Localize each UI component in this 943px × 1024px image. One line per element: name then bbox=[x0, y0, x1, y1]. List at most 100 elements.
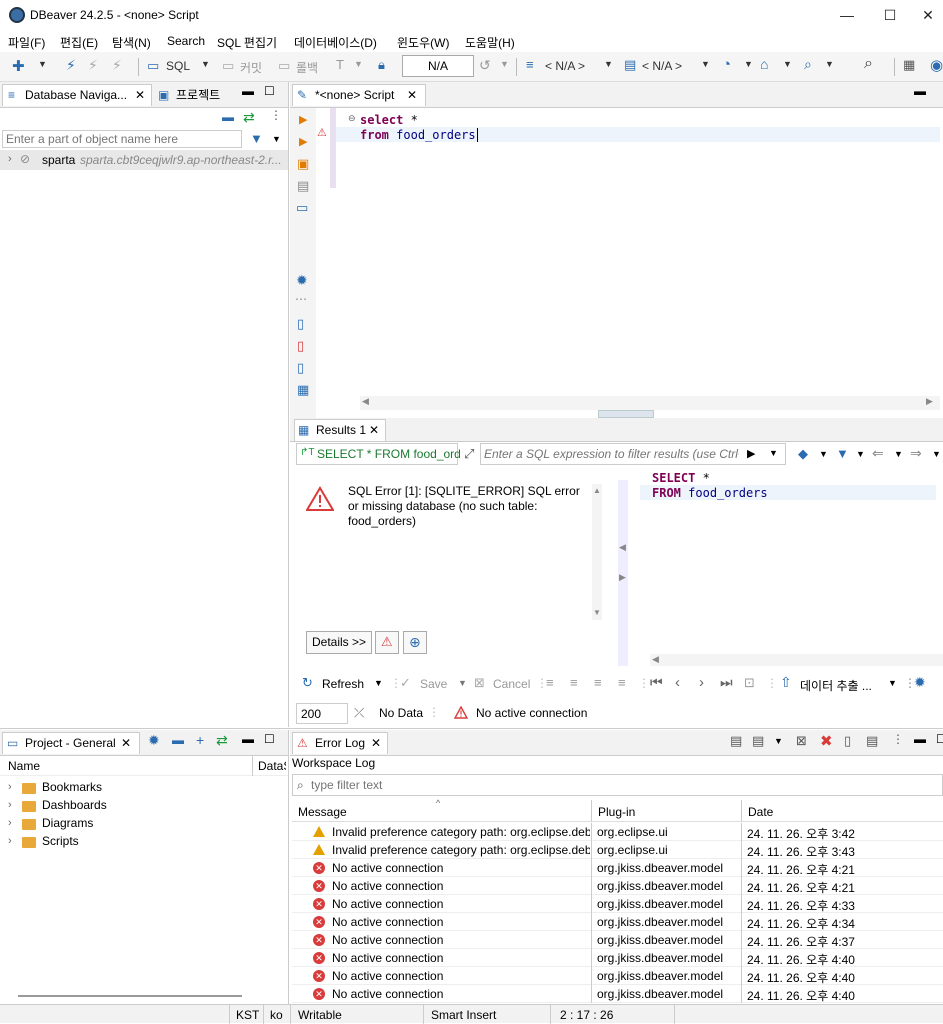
datasource-selector[interactable]: < N/A > bbox=[545, 59, 585, 73]
search-icon[interactable]: ⌕ bbox=[804, 56, 812, 73]
open-perspective-icon[interactable]: ▦ bbox=[903, 57, 915, 73]
chevron-down-icon[interactable]: ▼ bbox=[856, 449, 865, 459]
errorlog-filter-input[interactable] bbox=[311, 776, 911, 794]
panel-splitter[interactable]: ◀ ▶ bbox=[618, 480, 628, 666]
maximize-button[interactable]: ☐ bbox=[875, 4, 905, 26]
fetch-all-icon[interactable]: ⊡ bbox=[744, 675, 755, 691]
navigator-filter[interactable] bbox=[2, 130, 242, 148]
minimize-icon[interactable]: ▬ bbox=[914, 84, 926, 98]
settings-icon[interactable]: ✹ bbox=[148, 732, 160, 749]
link-editor-icon[interactable]: ⇄ bbox=[243, 109, 255, 126]
tab-error-log[interactable]: ⚠ Error Log ✕ bbox=[292, 732, 388, 754]
chevron-down-icon[interactable]: ▼ bbox=[888, 678, 897, 688]
view-menu-icon[interactable]: ⋮ bbox=[270, 108, 282, 122]
minimize-icon[interactable]: ▬ bbox=[914, 732, 926, 746]
import-log-icon[interactable]: ▤ bbox=[752, 733, 764, 749]
dashboard-icon[interactable]: ◔ bbox=[722, 56, 731, 73]
back-icon[interactable]: ⇐ bbox=[872, 445, 884, 462]
maximize-icon[interactable]: ☐ bbox=[264, 732, 275, 746]
menu-edit[interactable]: 편집(E) bbox=[60, 34, 98, 51]
eraser-icon[interactable]: ◆ bbox=[798, 446, 808, 462]
delete-row-icon[interactable]: ≡ bbox=[618, 675, 626, 690]
tools-icon[interactable]: ⌂ bbox=[760, 56, 768, 72]
table-row[interactable]: ✕ No active connection org.jkiss.dbeaver.m… bbox=[292, 967, 943, 985]
connection-row[interactable]: › ⊘ sparta sparta.cbt9ceqjwlr9.ap-northe… bbox=[0, 150, 288, 170]
menu-database[interactable]: 데이터베이스(D) bbox=[294, 34, 377, 51]
save-button[interactable]: Save bbox=[420, 677, 447, 691]
commit-button[interactable]: 커밋 bbox=[240, 59, 262, 76]
disconnect-icon[interactable]: ⚡ bbox=[88, 57, 98, 74]
tab-projects[interactable]: ▣ 프로젝트 bbox=[155, 84, 235, 106]
restore-log-icon[interactable]: ▤ bbox=[866, 733, 878, 749]
sql-editor[interactable]: ⊖ select * from food_orders bbox=[336, 108, 940, 398]
sql-editor-icon[interactable]: ▭ bbox=[147, 58, 159, 74]
table-row[interactable]: ✕ No active connection org.jkiss.dbeaver.m… bbox=[292, 949, 943, 967]
schema-selector[interactable]: < N/A > bbox=[642, 59, 682, 73]
apply-filter-icon[interactable]: ▶ bbox=[747, 447, 755, 460]
results-filter[interactable]: ▶ ▼ bbox=[480, 443, 786, 465]
close-button[interactable]: ✕ bbox=[913, 4, 943, 26]
table-row[interactable]: ✕ No active connection org.jkiss.dbeaver.m… bbox=[292, 895, 943, 913]
outline-icon[interactable]: ▦ bbox=[297, 382, 309, 398]
explain-icon[interactable]: ▤ bbox=[297, 178, 309, 194]
menu-file[interactable]: 파일(F) bbox=[8, 34, 45, 51]
clear-log-icon[interactable]: ⊠ bbox=[796, 733, 807, 749]
edit-row-icon[interactable]: ≡ bbox=[546, 675, 554, 690]
lock-icon[interactable]: 🔒︎ bbox=[378, 57, 385, 73]
transaction-mode-field[interactable]: N/A bbox=[402, 55, 474, 77]
column-name[interactable]: Name bbox=[8, 759, 40, 773]
table-row[interactable]: ✕ No active connection org.jkiss.dbeaver.m… bbox=[292, 985, 943, 1003]
tab-project-general[interactable]: ▭ Project - General ✕ bbox=[2, 732, 140, 754]
close-icon[interactable]: ✕ bbox=[121, 733, 131, 753]
copy-row-icon[interactable]: ≡ bbox=[594, 675, 602, 690]
chevron-down-icon[interactable]: ▼ bbox=[38, 59, 47, 69]
sql-button[interactable]: SQL bbox=[166, 59, 190, 73]
chevron-down-icon[interactable]: ▼ bbox=[769, 448, 778, 458]
minimize-button[interactable]: — bbox=[832, 4, 862, 26]
collapse-all-icon[interactable]: ▬ bbox=[172, 733, 184, 747]
close-icon[interactable]: ✕ bbox=[369, 420, 379, 440]
error-log-button[interactable]: ⚠ bbox=[375, 631, 399, 654]
chevron-down-icon[interactable]: ▼ bbox=[932, 449, 941, 459]
chevron-down-icon[interactable]: ▼ bbox=[458, 678, 467, 688]
table-row[interactable]: ✕ No active connection org.jkiss.dbeaver.m… bbox=[292, 877, 943, 895]
scroll-down-icon[interactable]: ▼ bbox=[593, 608, 601, 617]
refresh-icon[interactable]: ↻ bbox=[302, 675, 313, 691]
chevron-down-icon[interactable]: ▼ bbox=[744, 59, 753, 69]
chevron-down-icon[interactable]: ▼ bbox=[825, 59, 834, 69]
collapse-right-icon[interactable]: ▶ bbox=[619, 572, 626, 583]
help-button[interactable]: ⊕ bbox=[403, 631, 427, 654]
chevron-right-icon[interactable]: › bbox=[8, 781, 12, 793]
scroll-left-icon[interactable]: ◀ bbox=[362, 396, 369, 407]
menu-window[interactable]: 윈도우(W) bbox=[397, 34, 449, 51]
horizontal-scrollbar[interactable]: ◀ ▶ bbox=[360, 396, 940, 410]
more-icon[interactable]: ⋯ bbox=[295, 292, 307, 306]
errorlog-filter[interactable]: ⌕ bbox=[292, 774, 943, 796]
expand-icon[interactable]: ⤢ bbox=[464, 446, 474, 462]
splitter-handle[interactable] bbox=[598, 410, 654, 418]
global-search-icon[interactable]: ⌕ bbox=[864, 55, 873, 73]
menu-help[interactable]: 도움말(H) bbox=[465, 34, 515, 51]
new-connection-icon[interactable]: ✚ bbox=[12, 57, 25, 75]
execute-icon[interactable]: ▶ bbox=[299, 113, 307, 126]
perspective-icon[interactable]: ◉ bbox=[930, 56, 943, 74]
settings-icon[interactable]: ✹ bbox=[914, 674, 926, 691]
export-icon[interactable]: ▯ bbox=[297, 316, 304, 332]
scroll-right-icon[interactable]: ▶ bbox=[926, 396, 933, 407]
rollback-button[interactable]: 롤백 bbox=[296, 59, 318, 76]
execute-script-icon[interactable]: ▶ bbox=[299, 135, 307, 148]
collapse-left-icon[interactable]: ◀ bbox=[619, 542, 626, 553]
next-page-icon[interactable]: › bbox=[699, 674, 704, 691]
tab-database-navigator[interactable]: ≡ Database Naviga... ✕ bbox=[2, 84, 152, 106]
column-message[interactable]: Message bbox=[298, 805, 347, 819]
chevron-down-icon[interactable]: ▼ bbox=[894, 449, 903, 459]
delete-log-icon[interactable]: ✖ bbox=[820, 732, 833, 750]
previous-page-icon[interactable]: ‹ bbox=[675, 674, 680, 691]
menu-sql-editor[interactable]: SQL 편집기 bbox=[217, 34, 277, 51]
terminal-icon[interactable]: ▭ bbox=[296, 200, 308, 216]
export-data-icon[interactable]: ⇧ bbox=[780, 674, 792, 691]
connect-icon[interactable]: ⚡ bbox=[66, 57, 76, 74]
error-scrollbar[interactable]: ▲ ▼ bbox=[592, 484, 602, 620]
forward-icon[interactable]: ⇒ bbox=[910, 445, 922, 462]
settings-icon[interactable]: ✹ bbox=[296, 272, 308, 289]
